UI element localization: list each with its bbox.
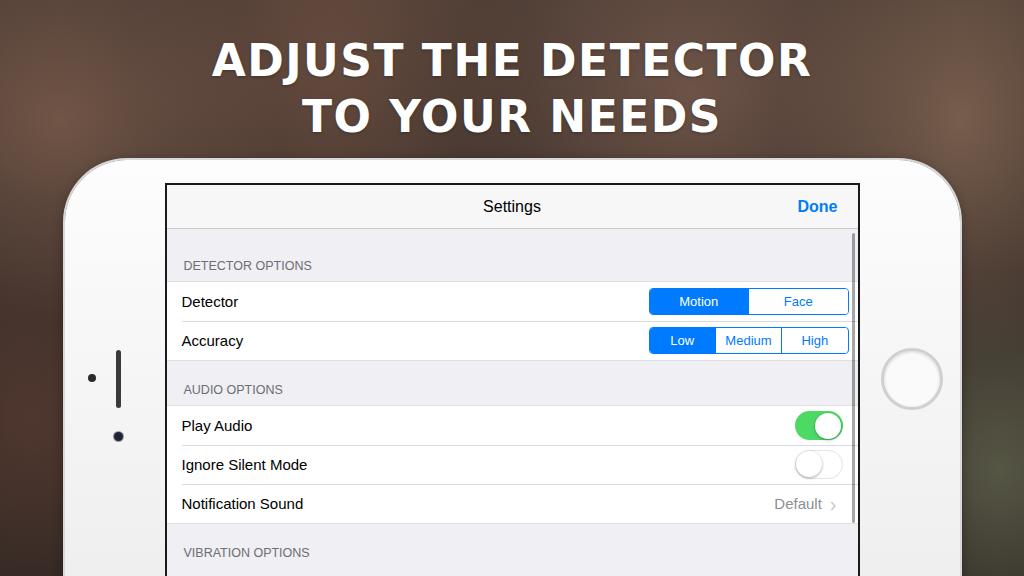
settings-row: AccuracyLowMediumHigh xyxy=(167,321,858,360)
speaker-icon xyxy=(116,350,121,408)
toggle-knob xyxy=(815,413,841,439)
row-value: Default xyxy=(774,495,822,512)
phone-right-side xyxy=(860,183,960,576)
phone-frame: SettingsDoneDETECTOR OPTIONSDetectorMoti… xyxy=(65,160,960,576)
row-label: Accuracy xyxy=(182,332,649,349)
phone-speaker-group xyxy=(114,350,123,441)
toggle-switch[interactable] xyxy=(795,411,843,440)
toggle-switch[interactable] xyxy=(795,450,843,479)
background-photo: ADJUST THE DETECTORTO YOUR NEEDS Settings… xyxy=(0,0,1024,576)
settings-screen: SettingsDoneDETECTOR OPTIONSDetectorMoti… xyxy=(165,183,860,576)
home-button-icon[interactable] xyxy=(881,348,943,410)
section-header: AUDIO OPTIONS xyxy=(167,361,858,405)
segmented-control: MotionFace xyxy=(649,288,849,315)
camera-icon xyxy=(114,432,123,441)
settings-row: Play Audio xyxy=(167,406,858,445)
settings-row[interactable]: Notification SoundDefault › xyxy=(167,484,858,523)
segment-option[interactable]: Low xyxy=(650,328,715,353)
nav-bar: SettingsDone xyxy=(167,185,858,229)
settings-row: DetectorMotionFace xyxy=(167,282,858,321)
done-button[interactable]: Done xyxy=(798,185,838,228)
segment-option[interactable]: Face xyxy=(748,289,848,314)
segment-option[interactable]: High xyxy=(781,328,847,353)
row-label: Detector xyxy=(182,293,649,310)
segmented-control: LowMediumHigh xyxy=(649,327,849,354)
section-header: DETECTOR OPTIONS xyxy=(167,229,858,281)
segment-option[interactable]: Medium xyxy=(715,328,781,353)
section-rows: Play Audio Ignore Silent Mode Notification… xyxy=(167,405,858,524)
toggle-knob xyxy=(796,451,822,477)
headline-line: ADJUST THE DETECTOR xyxy=(0,33,1024,89)
phone-left-side xyxy=(65,183,165,576)
row-label: Notification Sound xyxy=(182,495,775,512)
settings-row: Ignore Silent Mode xyxy=(167,445,858,484)
scrollbar xyxy=(852,233,855,523)
section-rows: DetectorMotionFaceAccuracyLowMediumHigh xyxy=(167,281,858,361)
headline-line: TO YOUR NEEDS xyxy=(0,89,1024,145)
section-header: VIBRATION OPTIONS xyxy=(167,524,858,568)
row-label: Play Audio xyxy=(182,417,795,434)
headline: ADJUST THE DETECTORTO YOUR NEEDS xyxy=(0,0,1024,145)
nav-title: Settings xyxy=(167,198,858,216)
chevron-icon: › xyxy=(830,494,837,514)
row-label: Ignore Silent Mode xyxy=(182,456,795,473)
sensor-icon xyxy=(88,374,96,382)
segment-option[interactable]: Motion xyxy=(650,289,749,314)
